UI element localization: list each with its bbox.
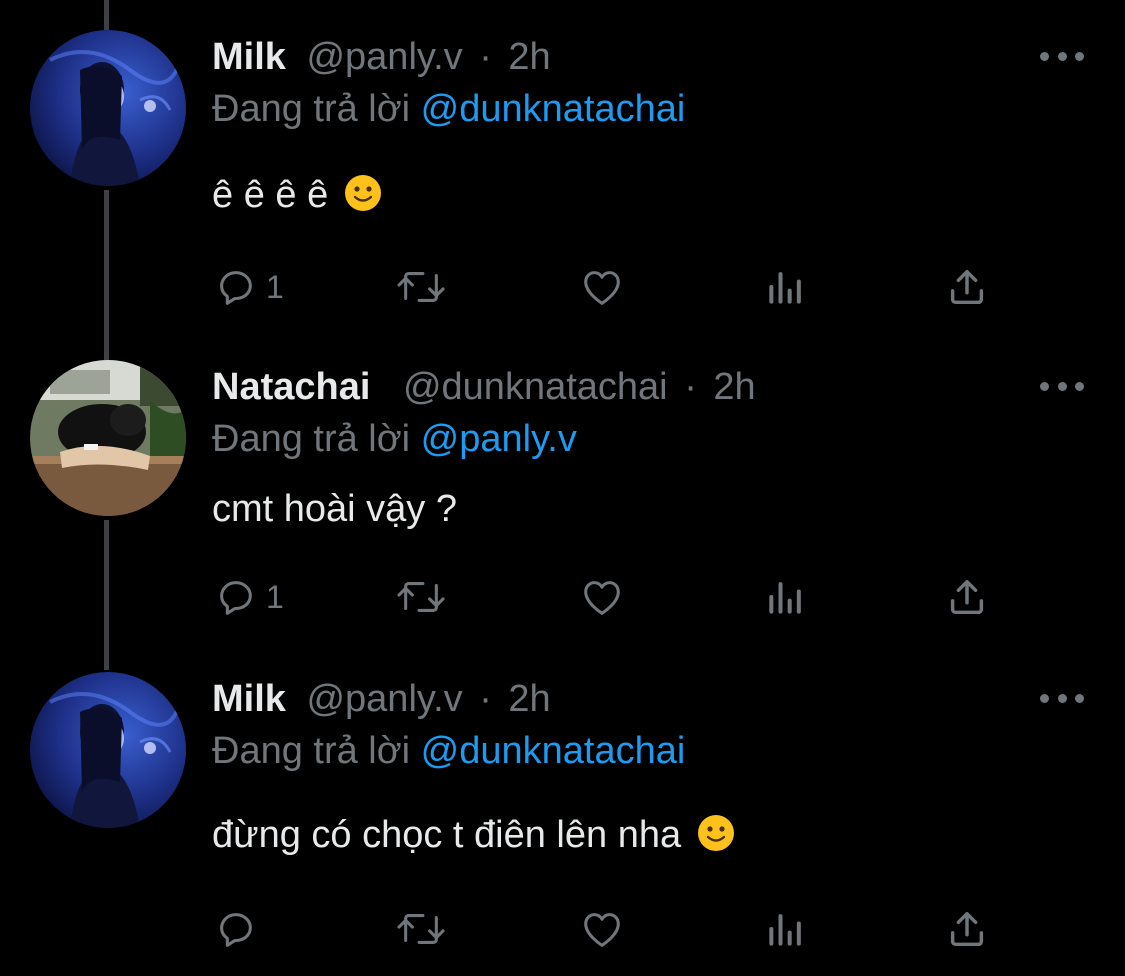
more-icon[interactable]	[1040, 44, 1084, 68]
retweet-icon	[397, 272, 445, 302]
username[interactable]: @panly.v	[306, 36, 462, 78]
tweet-actions	[212, 904, 1012, 954]
more-icon[interactable]	[1040, 374, 1084, 398]
avatar[interactable]	[30, 360, 186, 516]
reply-icon	[220, 913, 252, 947]
timestamp[interactable]: 2h	[713, 366, 755, 408]
slightly-smiling-face-icon	[697, 815, 734, 851]
display-name[interactable]: Milk	[212, 36, 286, 78]
replying-to-label: Đang trả lời	[212, 88, 411, 130]
retweet-button[interactable]	[394, 904, 448, 954]
tweet-header: Milk @panly.v · 2h	[212, 34, 551, 80]
replying-to: Đang trả lời @dunknatachai	[212, 728, 685, 774]
tweet-text: cmt hoài vậy ?	[212, 486, 457, 532]
replying-to: Đang trả lời @dunknatachai	[212, 86, 685, 132]
reply-icon	[220, 271, 252, 305]
share-icon	[950, 911, 984, 947]
replying-to-label: Đang trả lời	[212, 730, 411, 772]
mention-link[interactable]: @dunknatachai	[421, 730, 686, 772]
tweet-header: Natachai @dunknatachai · 2h	[212, 364, 756, 410]
mention-link[interactable]: @panly.v	[421, 418, 577, 460]
views-button[interactable]	[764, 904, 808, 954]
share-button[interactable]	[944, 262, 990, 312]
timestamp[interactable]: 2h	[508, 678, 550, 720]
retweet-button[interactable]	[394, 572, 448, 622]
heart-icon	[584, 271, 620, 305]
views-button[interactable]	[764, 572, 808, 622]
reply-button[interactable]: 1	[212, 572, 284, 622]
reply-button[interactable]	[212, 904, 266, 954]
thread-line	[104, 190, 109, 360]
avatar[interactable]	[30, 672, 186, 828]
more-icon[interactable]	[1040, 686, 1084, 710]
heart-icon	[584, 581, 620, 615]
share-icon	[950, 579, 984, 615]
share-icon	[950, 269, 984, 305]
separator-dot: ·	[684, 366, 697, 408]
tweet-header: Milk @panly.v · 2h	[212, 676, 551, 722]
tweet-text: đừng có chọc t điên lên nha	[212, 812, 736, 858]
thread-line	[104, 0, 109, 30]
separator-dot: ·	[479, 36, 492, 78]
tweet-text: ê ê ê ê	[212, 172, 383, 218]
mention-link[interactable]: @dunknatachai	[421, 88, 686, 130]
avatar[interactable]	[30, 30, 186, 186]
retweet-icon	[397, 914, 445, 944]
display-name[interactable]: Milk	[212, 678, 286, 720]
avatar-image	[30, 360, 186, 516]
avatar-image	[30, 30, 186, 186]
like-button[interactable]	[578, 572, 626, 622]
heart-icon	[584, 913, 620, 947]
tweet-actions: 1	[212, 262, 1012, 312]
separator-dot: ·	[479, 678, 492, 720]
reply-button[interactable]: 1	[212, 262, 284, 312]
tweet-text-content: đừng có chọc t điên lên nha	[212, 814, 682, 856]
views-icon	[769, 914, 801, 946]
reply-count: 1	[266, 579, 284, 615]
views-icon	[769, 272, 801, 304]
retweet-icon	[397, 582, 445, 612]
tweet-text-content: cmt hoài vậy ?	[212, 488, 457, 530]
slightly-smiling-face-icon	[344, 175, 381, 211]
thread-line	[104, 520, 109, 670]
avatar-image	[30, 672, 186, 828]
replying-to: Đang trả lời @panly.v	[212, 416, 577, 462]
timestamp[interactable]: 2h	[508, 36, 550, 78]
display-name[interactable]: Natachai	[212, 366, 370, 408]
tweet-text-content: ê ê ê ê	[212, 174, 329, 216]
retweet-button[interactable]	[394, 262, 448, 312]
reply-icon	[220, 581, 252, 615]
username[interactable]: @panly.v	[306, 678, 462, 720]
share-button[interactable]	[944, 572, 990, 622]
views-icon	[769, 582, 801, 614]
share-button[interactable]	[944, 904, 990, 954]
username[interactable]: @dunknatachai	[403, 366, 668, 408]
like-button[interactable]	[578, 904, 626, 954]
tweet-actions: 1	[212, 572, 1012, 622]
reply-count: 1	[266, 269, 284, 305]
like-button[interactable]	[578, 262, 626, 312]
views-button[interactable]	[764, 262, 808, 312]
replying-to-label: Đang trả lời	[212, 418, 411, 460]
